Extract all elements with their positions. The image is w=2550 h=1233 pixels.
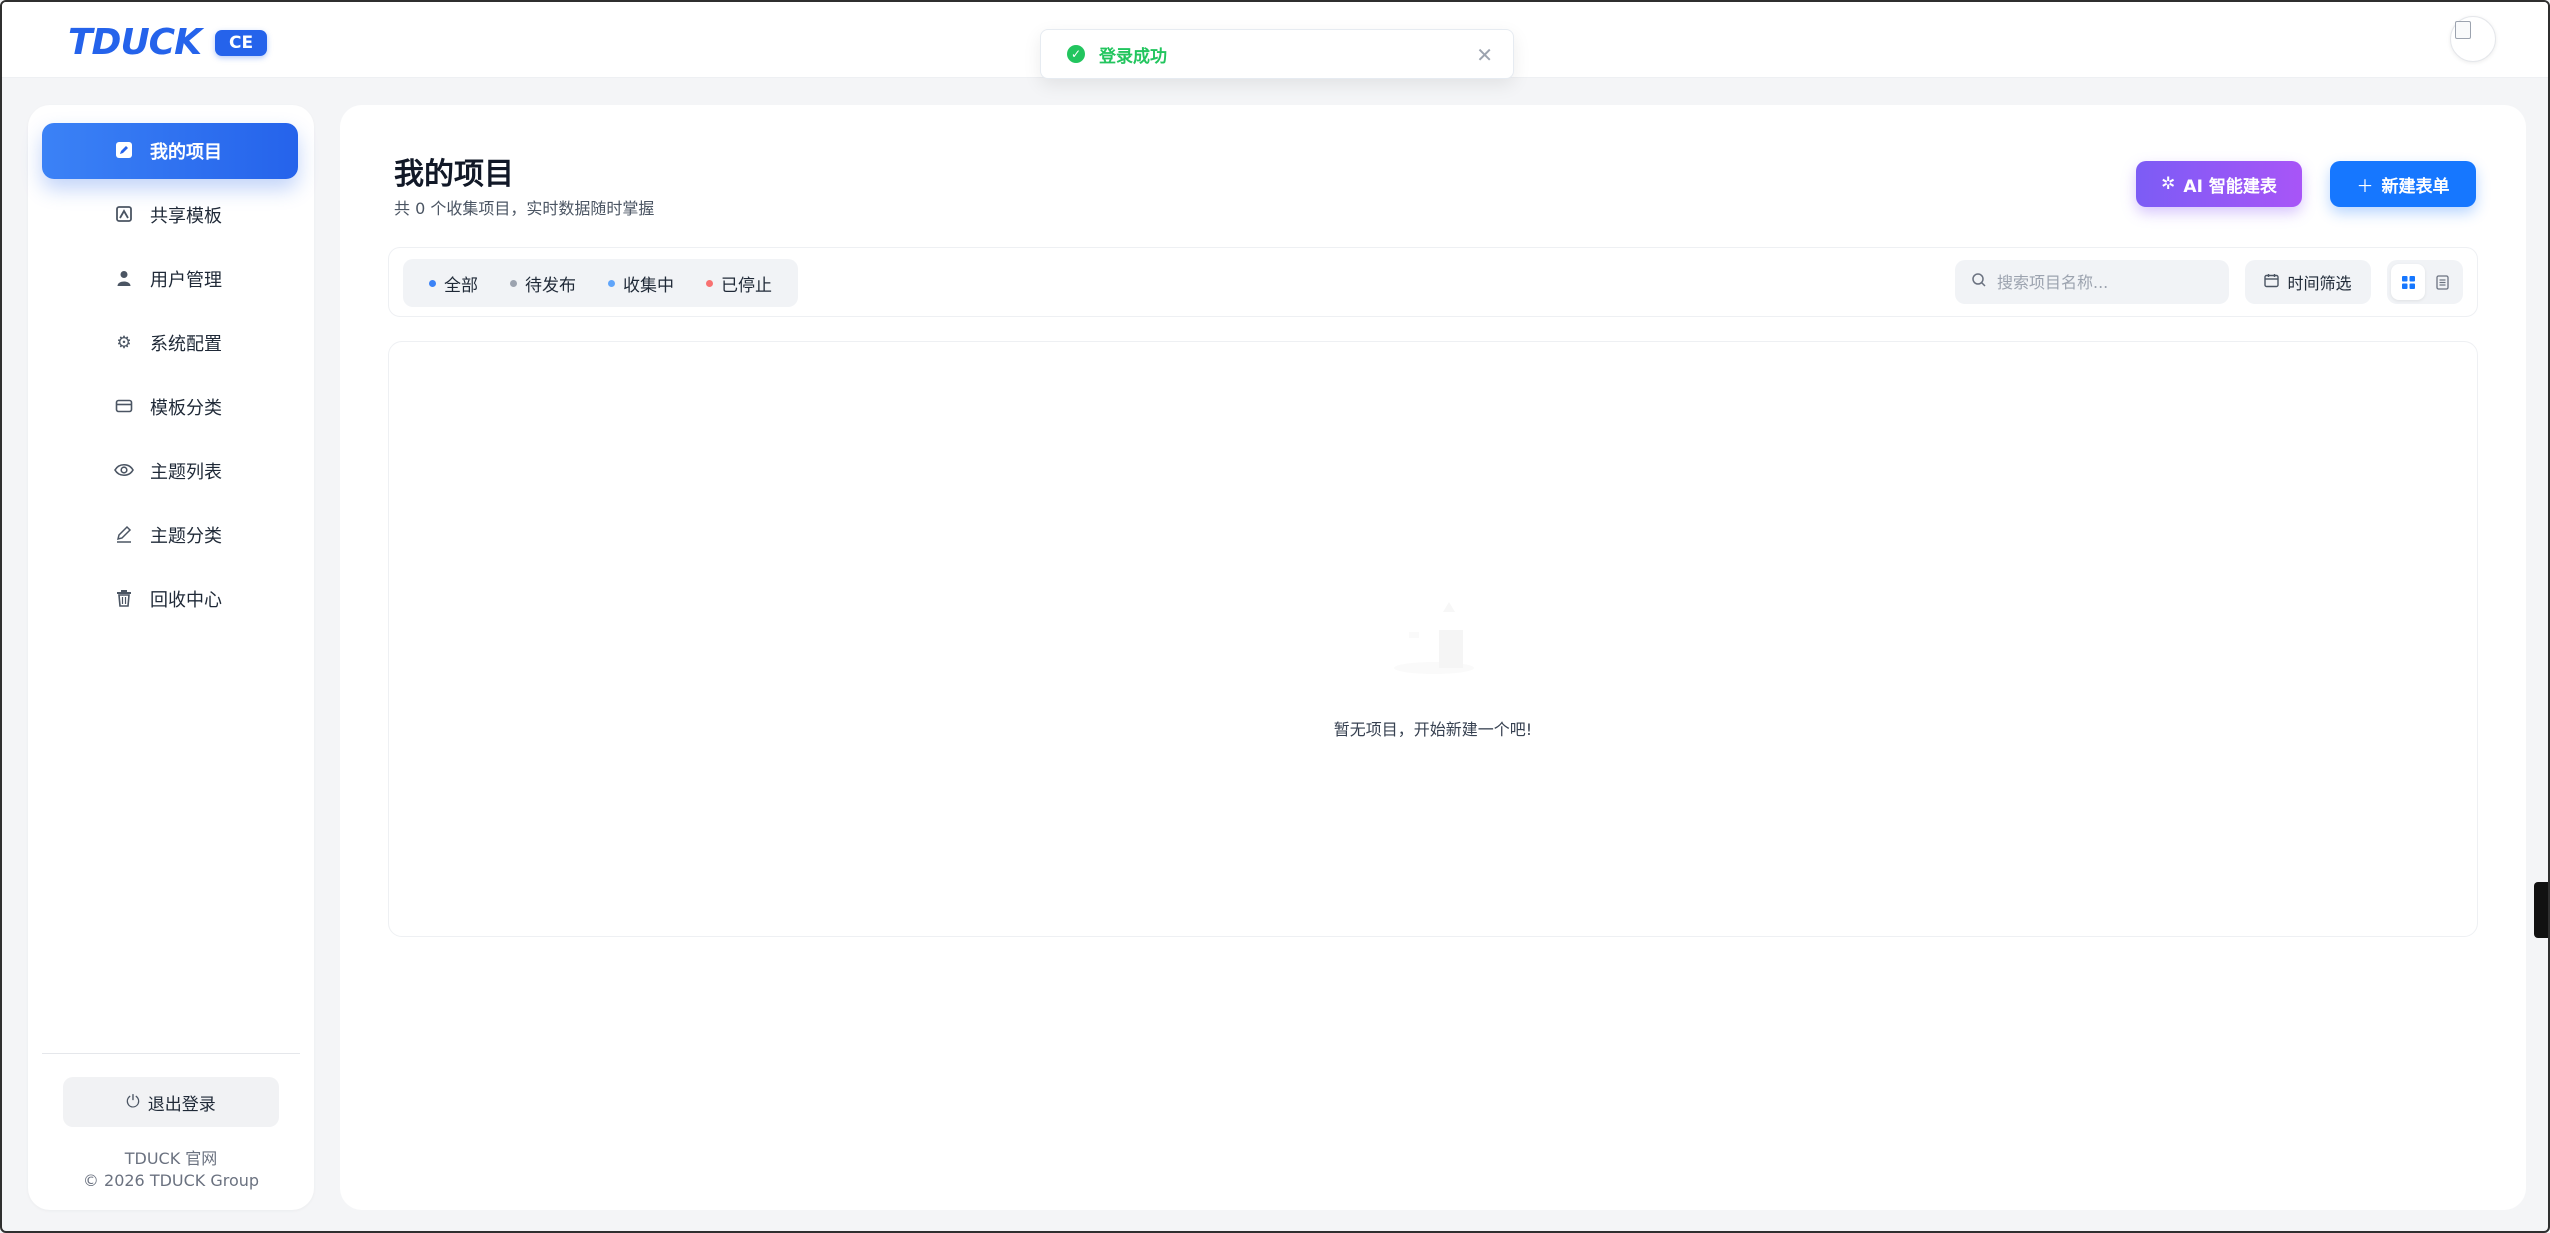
copyright-text: © 2026 TDUCK Group (82, 1171, 260, 1190)
toast-notification: ✓ 登录成功 ✕ (1040, 29, 1514, 79)
sidebar-item-system-config[interactable]: ⚙ 系统配置 (42, 315, 298, 371)
user-icon (114, 269, 134, 289)
page-title: 我的项目 (394, 157, 514, 192)
toast-message: 登录成功 (1099, 46, 1167, 67)
status-dot (608, 279, 615, 287)
main-panel: 我的项目 共 0 个收集项目，实时数据随时掌握 ✲ AI 智能建表 ＋ 新建表单… (340, 105, 2526, 1210)
app-window: TDUCK CE ✓ 登录成功 ✕ 我的项目 共享模板 用户管理 ⚙ 系统配置 … (0, 0, 2550, 1233)
grid-icon (2401, 275, 2415, 289)
gear-icon: ⚙ (116, 333, 132, 353)
sidebar-item-template-category[interactable]: 模板分类 (42, 379, 298, 435)
pen-icon (114, 525, 134, 545)
sidebar-item-label: 主题分类 (150, 526, 222, 547)
close-icon[interactable]: ✕ (1476, 43, 1493, 67)
list-icon (2435, 274, 2449, 290)
empty-message: 暂无项目，开始新建一个吧! (1333, 720, 1533, 739)
sidebar-item-user-management[interactable]: 用户管理 (42, 251, 298, 307)
logout-button[interactable]: ⏻ 退出登录 (63, 1077, 279, 1127)
template-icon (114, 205, 134, 225)
official-site-link[interactable]: TDUCK 官网 (28, 1145, 314, 1169)
new-button-label: 新建表单 (2381, 176, 2450, 197)
empty-illustration (1394, 602, 1474, 674)
sidebar-item-recycle-bin[interactable]: 回收中心 (42, 571, 298, 627)
sidebar-item-label: 用户管理 (150, 270, 222, 291)
logo-text: TDUCK (68, 22, 202, 63)
sidebar-item-label: 回收中心 (150, 590, 222, 611)
page-subtitle: 共 0 个收集项目，实时数据随时掌握 (394, 199, 655, 218)
ai-button-label: AI 智能建表 (2183, 176, 2277, 197)
new-form-button[interactable]: ＋ 新建表单 (2330, 161, 2476, 207)
ai-create-form-button[interactable]: ✲ AI 智能建表 (2136, 161, 2302, 207)
filter-tab-all[interactable]: 全部 (413, 259, 494, 307)
view-toggle (2387, 260, 2463, 304)
check-circle-icon: ✓ (1067, 45, 1085, 63)
sidebar-item-label: 我的项目 (150, 142, 222, 163)
edit-icon (114, 141, 134, 161)
edition-badge: CE (215, 29, 268, 56)
sidebar-item-label: 主题列表 (150, 462, 222, 483)
magic-wand-icon: ✲ (2161, 174, 2176, 194)
filter-label: 待发布 (525, 275, 576, 296)
sidebar-item-theme-list[interactable]: 主题列表 (42, 443, 298, 499)
sidebar-item-label: 模板分类 (150, 398, 222, 419)
time-filter-label: 时间筛选 (2287, 274, 2352, 293)
time-filter-button[interactable]: 时间筛选 (2245, 260, 2371, 304)
search-icon (1971, 272, 1987, 292)
empty-state: 暂无项目，开始新建一个吧! (388, 341, 2478, 937)
status-dot (510, 279, 517, 287)
search-input[interactable] (1997, 272, 2217, 292)
status-filter-tabs: 全部 待发布 收集中 已停止 (403, 259, 798, 307)
sidebar-item-label: 系统配置 (150, 334, 222, 355)
filter-tab-stopped[interactable]: 已停止 (690, 259, 788, 307)
calendar-icon (2264, 273, 2280, 292)
filter-tab-pending[interactable]: 待发布 (494, 259, 592, 307)
project-toolbar: 全部 待发布 收集中 已停止 搜索项目名称... 时间筛选 (388, 247, 2478, 317)
eye-icon (114, 461, 134, 481)
status-dot (706, 279, 713, 287)
sidebar-item-label: 共享模板 (150, 206, 222, 227)
filter-tab-collecting[interactable]: 收集中 (592, 259, 690, 307)
filter-label: 已停止 (721, 275, 772, 296)
sidebar-item-my-projects[interactable]: 我的项目 (42, 123, 298, 179)
filter-label: 全部 (444, 275, 478, 296)
sidebar: 我的项目 共享模板 用户管理 ⚙ 系统配置 模板分类 主题列表 主题分类 回收中… (28, 105, 314, 1210)
logout-label: 退出登录 (147, 1094, 216, 1115)
power-icon: ⏻ (126, 1092, 140, 1112)
avatar[interactable] (2450, 16, 2496, 62)
plus-icon: ＋ (2356, 176, 2374, 197)
sidebar-divider (42, 1053, 300, 1054)
floating-side-tab[interactable] (2534, 882, 2548, 938)
logo[interactable]: TDUCK CE (68, 22, 268, 63)
trash-icon (114, 589, 134, 609)
sidebar-item-theme-category[interactable]: 主题分类 (42, 507, 298, 563)
status-dot (429, 279, 436, 287)
search-box[interactable] (1955, 260, 2229, 304)
filter-label: 收集中 (623, 275, 674, 296)
grid-view-button[interactable] (2391, 264, 2425, 300)
list-view-button[interactable] (2425, 264, 2459, 300)
sidebar-item-shared-templates[interactable]: 共享模板 (42, 187, 298, 243)
card-icon (114, 397, 134, 417)
